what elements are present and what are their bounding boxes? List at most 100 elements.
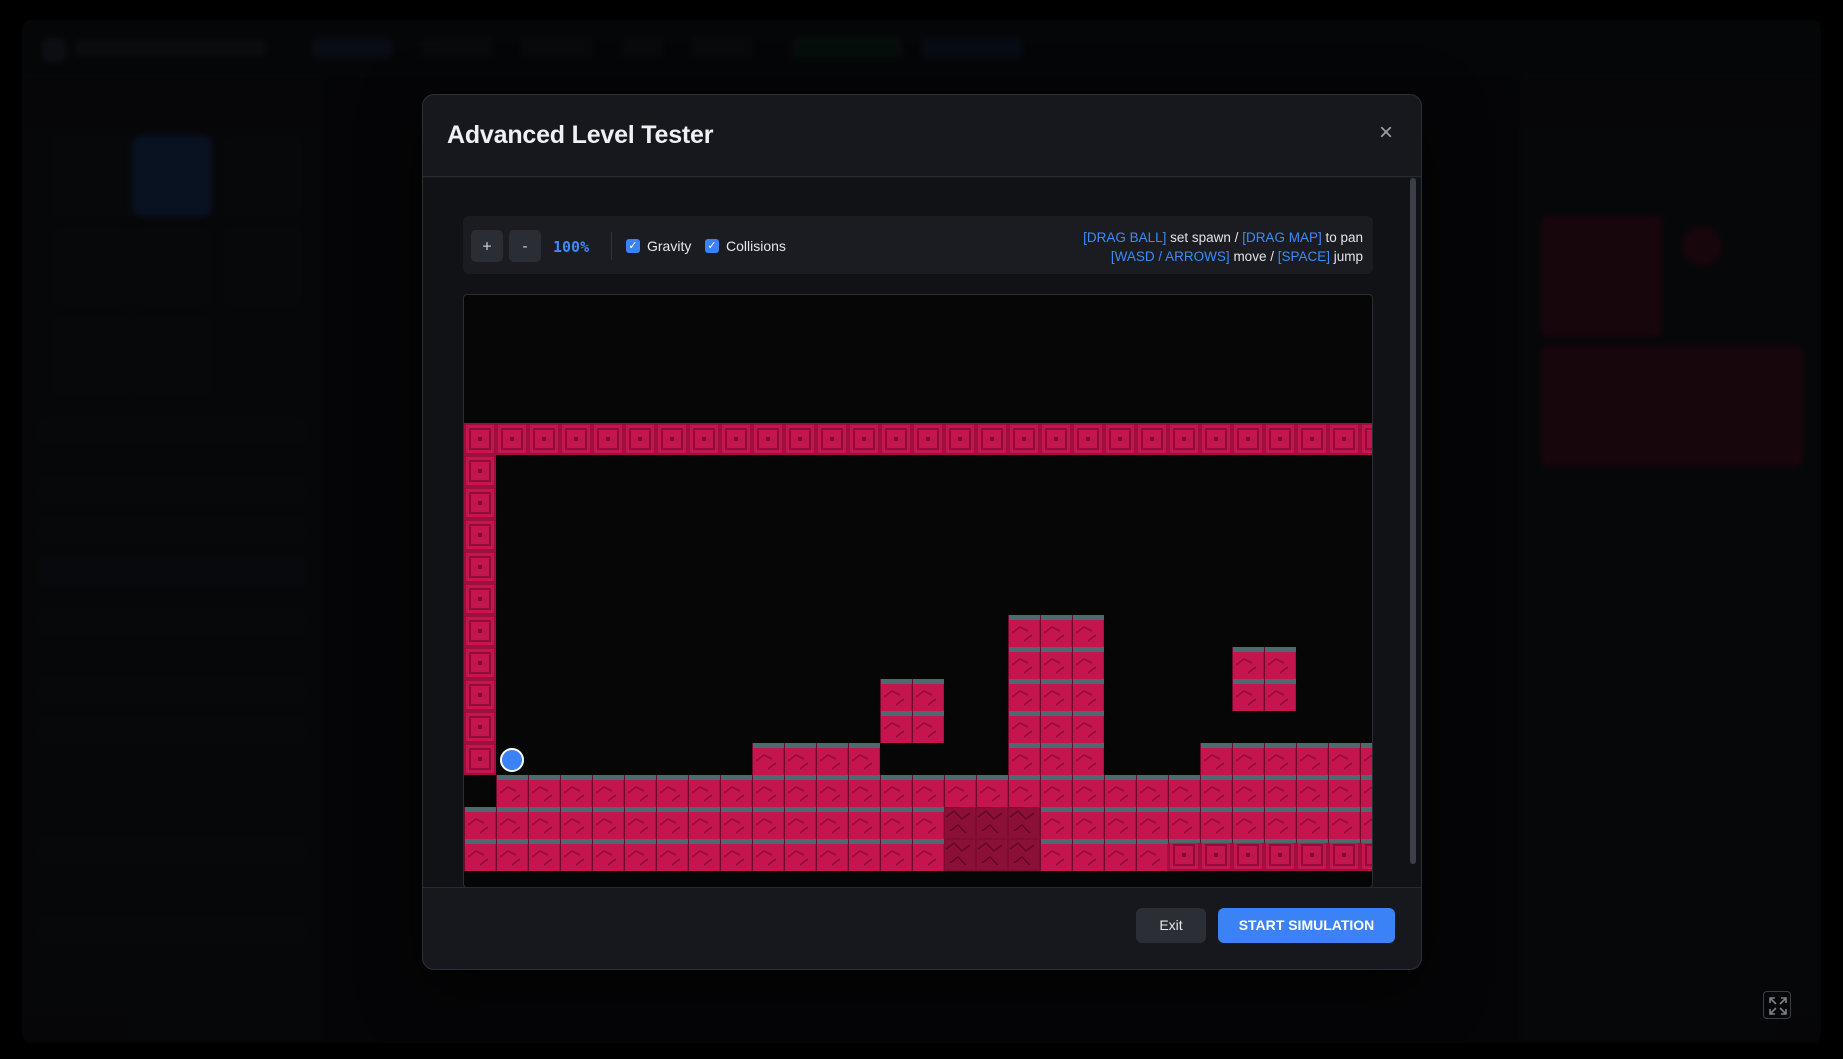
tile-seam — [912, 775, 913, 807]
collisions-checkbox[interactable]: ✓ — [705, 239, 719, 253]
tile-seam — [528, 775, 529, 807]
fullscreen-icon[interactable] — [1763, 991, 1791, 1019]
fullscreen-icon-glyph — [1769, 997, 1787, 1015]
hint-key: [WASD / ARROWS] — [1110, 249, 1230, 264]
tile-seam — [1008, 615, 1009, 775]
tile-seam — [816, 775, 817, 807]
ground-tile-top — [1008, 743, 1104, 748]
tile-seam — [656, 807, 657, 871]
tile-seam — [720, 807, 721, 871]
tile-seam — [1168, 775, 1169, 807]
tile-seam — [1264, 647, 1265, 711]
tile-seam — [816, 807, 817, 871]
level-map[interactable] — [464, 295, 1373, 888]
tile-seam — [752, 775, 753, 807]
tile-seam — [1296, 743, 1297, 775]
hint-text: to pan — [1321, 230, 1363, 245]
tile-seam — [1328, 743, 1329, 775]
gravity-toggle[interactable]: ✓ Gravity — [626, 236, 691, 256]
tile-seam — [1040, 807, 1041, 871]
tile-seam — [880, 679, 881, 743]
modal-body: + - 100% ✓ Gravity ✓ Collisions [DRAG BA… — [423, 178, 1421, 888]
tile-seam — [1136, 807, 1137, 871]
tile-seam — [1264, 743, 1265, 775]
gravity-checkbox[interactable]: ✓ — [626, 239, 640, 253]
collisions-toggle[interactable]: ✓ Collisions — [705, 236, 786, 256]
tile-seam — [464, 807, 465, 871]
tile-seam — [720, 775, 721, 807]
tile-seam — [1360, 743, 1361, 775]
modal-footer: Exit START SIMULATION — [423, 887, 1421, 969]
gravity-label: Gravity — [647, 238, 692, 254]
tile-seam — [1232, 743, 1233, 775]
tile-seam — [656, 775, 657, 807]
tile-seam — [848, 775, 849, 807]
tile-seam — [912, 679, 913, 743]
exit-button[interactable]: Exit — [1136, 908, 1206, 943]
ground-tile-top — [464, 839, 944, 844]
tile-seam — [784, 743, 785, 775]
tile-seam — [1072, 807, 1073, 871]
toolbar-divider — [611, 232, 612, 260]
tile-seam — [1040, 615, 1041, 775]
left-wall — [464, 455, 496, 775]
tile-seam — [880, 775, 881, 807]
app-frame: Advanced Level Tester × + - 100% ✓ Gravi… — [22, 20, 1821, 1043]
tile-seam — [624, 775, 625, 807]
tile-seam — [528, 807, 529, 871]
level-tester-modal: Advanced Level Tester × + - 100% ✓ Gravi… — [422, 94, 1422, 970]
tile-seam — [1104, 775, 1105, 807]
hint-line-2: [WASD / ARROWS] move / [SPACE] jump — [1083, 247, 1363, 266]
tile-seam — [880, 807, 881, 871]
player-ball-icon[interactable] — [500, 748, 524, 772]
tile-seam — [592, 775, 593, 807]
tile-seam — [1328, 775, 1329, 807]
tile-seam — [848, 807, 849, 871]
modal-title: Advanced Level Tester — [447, 121, 714, 149]
tile-seam — [1264, 775, 1265, 807]
tile-seam — [1200, 775, 1201, 807]
tester-toolbar: + - 100% ✓ Gravity ✓ Collisions [DRAG BA… — [463, 216, 1373, 274]
zoom-out-button[interactable]: - — [509, 230, 541, 262]
start-simulation-button[interactable]: START SIMULATION — [1218, 908, 1395, 943]
close-icon[interactable]: × — [1371, 119, 1401, 149]
tile-seam — [1104, 807, 1105, 871]
tile-seam — [784, 775, 785, 807]
scrollbar-track[interactable] — [1410, 178, 1419, 888]
tile-seam — [1360, 775, 1361, 807]
ground-tile — [1008, 615, 1104, 775]
hint-text: move / — [1229, 249, 1278, 264]
tile-seam — [496, 775, 497, 807]
hint-key: [DRAG MAP] — [1242, 230, 1322, 245]
ground-tile-top — [1008, 647, 1104, 652]
tile-seam — [752, 807, 753, 871]
tile-seam — [560, 807, 561, 871]
scrollbar-thumb[interactable] — [1410, 178, 1416, 864]
hint-key: [SPACE] — [1277, 249, 1330, 264]
tile-seam — [496, 807, 497, 871]
level-canvas[interactable] — [463, 294, 1373, 888]
tile-seam — [784, 807, 785, 871]
hint-key: [DRAG BALL] — [1083, 230, 1167, 245]
tile-seam — [848, 743, 849, 775]
ceiling-wall — [464, 423, 1372, 455]
tile-seam — [624, 807, 625, 871]
dirt-tile — [944, 807, 1040, 871]
tile-seam — [1008, 775, 1009, 807]
tile-seam — [1072, 615, 1073, 775]
collisions-label: Collisions — [726, 238, 786, 254]
tile-seam — [976, 775, 977, 807]
controls-hint: [DRAG BALL] set spawn / [DRAG MAP] to pa… — [1083, 228, 1363, 266]
tile-seam — [1200, 743, 1201, 775]
zoom-in-button[interactable]: + — [471, 230, 503, 262]
tile-seam — [1232, 647, 1233, 711]
tile-seam — [816, 743, 817, 775]
tile-seam — [688, 807, 689, 871]
ground-tile-top — [1008, 679, 1104, 684]
ground-tile-top — [1008, 711, 1104, 716]
tile-seam — [912, 807, 913, 871]
ground-tile-top — [1008, 615, 1104, 620]
floor-wall — [1168, 843, 1372, 871]
ground-tile-top — [1040, 807, 1372, 812]
zoom-level: 100% — [553, 238, 590, 256]
